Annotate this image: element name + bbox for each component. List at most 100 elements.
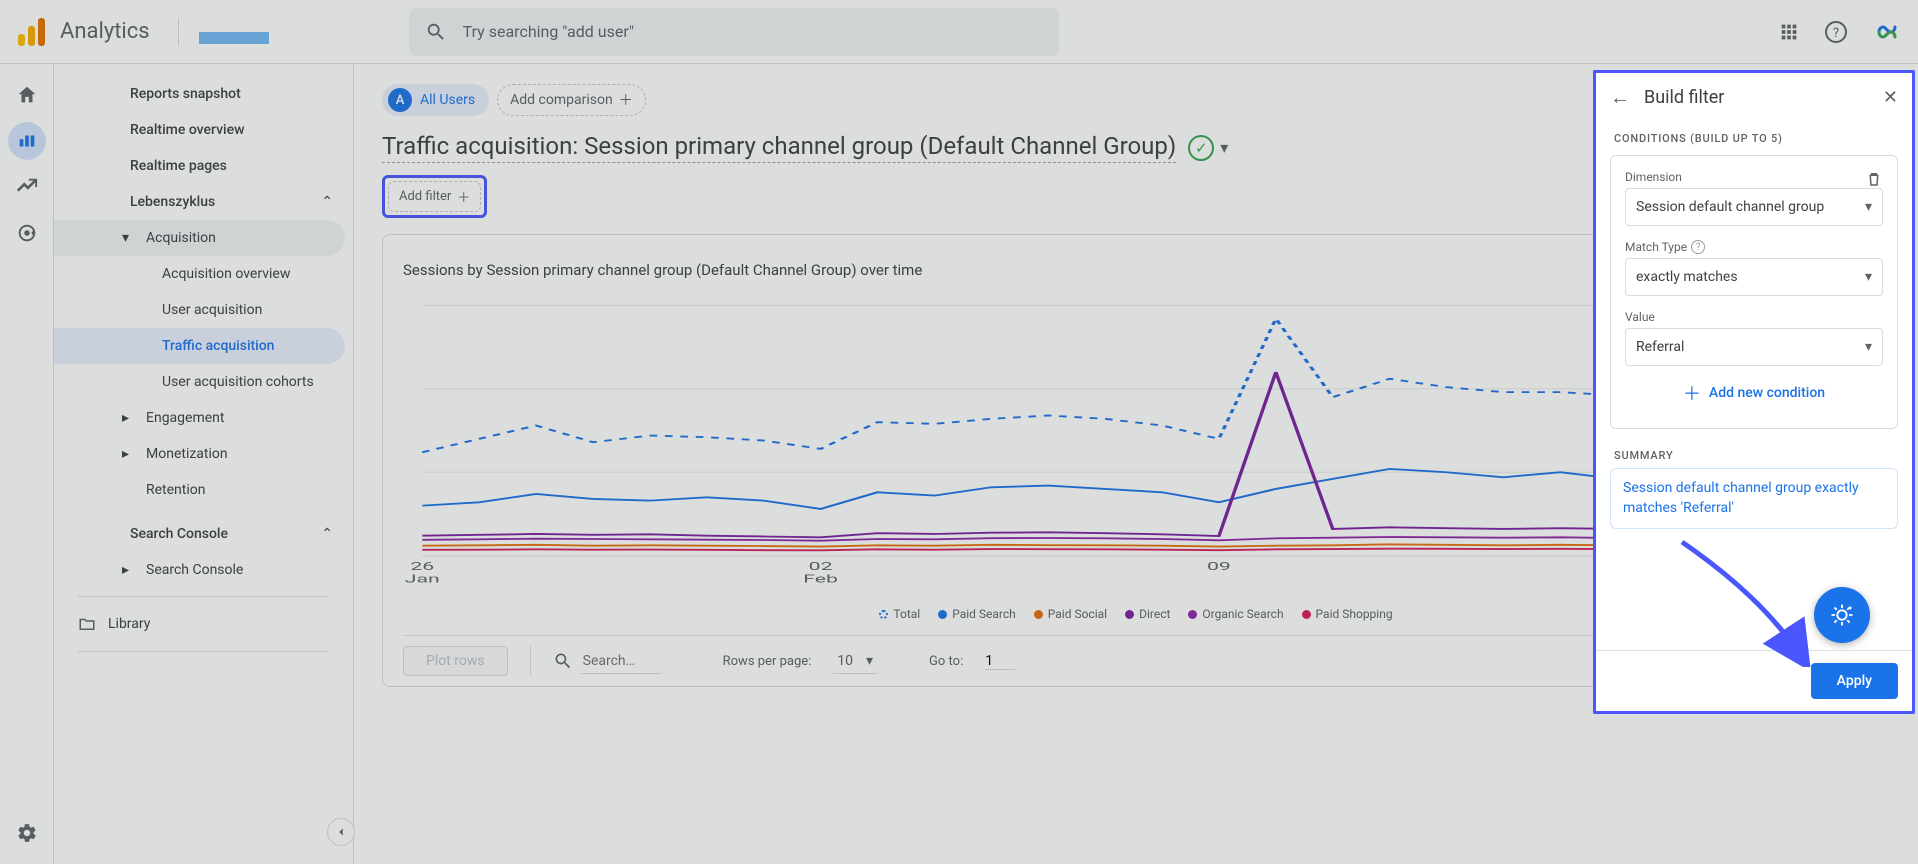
svg-text:26: 26	[410, 560, 434, 573]
rail-advertising[interactable]	[8, 214, 46, 252]
sidebar-user-acquisition-cohorts[interactable]: User acquisition cohorts	[54, 364, 353, 400]
rail-admin[interactable]	[8, 814, 46, 852]
sidebar-reports-snapshot[interactable]: Reports snapshot	[54, 76, 353, 112]
dimension-select[interactable]: Session default channel group	[1625, 188, 1883, 226]
sidebar-monetization[interactable]: ▸ Monetization	[54, 436, 353, 472]
insights-fab[interactable]	[1814, 587, 1870, 643]
sidebar-acquisition[interactable]: ▾ Acquisition	[54, 220, 345, 256]
legend-item[interactable]: Paid Social	[1034, 607, 1107, 621]
close-button[interactable]: ✕	[1883, 87, 1898, 108]
go-to-input[interactable]	[985, 653, 1015, 670]
plus-icon: ＋	[1683, 380, 1701, 406]
chevron-left-icon	[334, 825, 348, 839]
divider	[178, 18, 179, 46]
caret-right-icon: ▸	[122, 446, 129, 462]
search-placeholder: Try searching "add user"	[463, 22, 634, 41]
collapse-sidebar-button[interactable]	[327, 818, 355, 846]
global-search[interactable]: Try searching "add user"	[409, 8, 1059, 56]
add-comparison-button[interactable]: Add comparison ＋	[497, 84, 646, 116]
rail-home[interactable]	[8, 76, 46, 114]
apply-button[interactable]: Apply	[1811, 663, 1898, 699]
search-icon	[553, 651, 573, 671]
rows-per-page-label: Rows per page:	[723, 654, 812, 669]
plot-rows-button[interactable]: Plot rows	[403, 646, 508, 676]
table-search-input[interactable]	[581, 649, 661, 674]
header-actions: ?	[1778, 17, 1902, 47]
panel-title: Build filter	[1644, 87, 1724, 108]
sidebar-realtime-overview[interactable]: Realtime overview	[54, 112, 353, 148]
chart-title: Sessions by Session primary channel grou…	[403, 261, 922, 279]
match-type-text: Match Type	[1625, 240, 1687, 254]
rail-explore[interactable]	[8, 168, 46, 206]
build-filter-panel: ← Build filter ✕ CONDITIONS (BUILD UP TO…	[1593, 70, 1915, 714]
add-filter-highlight: Add filter ＋	[382, 175, 487, 218]
legend-item[interactable]: Paid Search	[938, 607, 1016, 621]
rail-reports[interactable]	[8, 122, 46, 160]
segment-all-users[interactable]: A All Users	[382, 84, 489, 116]
infinity-icon[interactable]	[1872, 17, 1902, 47]
plus-icon: ＋	[619, 90, 633, 110]
dimension-value: Session default channel group	[1636, 199, 1824, 215]
caret-down-icon[interactable]: ▾	[1220, 138, 1228, 157]
lifecycle-label: Lebenszyklus	[130, 194, 215, 210]
value-select[interactable]: Referral	[1625, 328, 1883, 366]
engagement-label: Engagement	[146, 410, 224, 426]
svg-text:Feb: Feb	[803, 573, 838, 586]
add-condition-button[interactable]: ＋ Add new condition	[1625, 372, 1883, 414]
divider	[530, 646, 531, 676]
sidebar-retention[interactable]: Retention	[54, 472, 353, 508]
add-comparison-label: Add comparison	[510, 92, 613, 108]
caret-down-icon: ▾	[122, 230, 129, 246]
segment-label: All Users	[420, 92, 475, 108]
chevron-up-icon: ⌃	[321, 194, 333, 210]
help-icon[interactable]: ?	[1824, 20, 1848, 44]
rows-per-page-select[interactable]: 10	[833, 649, 877, 674]
sidebar-section-search-console[interactable]: Search Console ⌃	[54, 516, 353, 552]
sidebar-search-console-sub[interactable]: ▸ Search Console	[54, 552, 353, 588]
sidebar-section-lifecycle[interactable]: Lebenszyklus ⌃	[54, 184, 353, 220]
sidebar-traffic-acquisition[interactable]: Traffic acquisition	[54, 328, 345, 364]
legend-item[interactable]: Organic Search	[1188, 607, 1283, 621]
value-label: Value	[1625, 310, 1883, 324]
panel-header: ← Build filter ✕	[1596, 73, 1912, 122]
match-type-label: Match Type ?	[1625, 240, 1883, 254]
back-button[interactable]: ←	[1610, 85, 1630, 110]
search-console-label: Search Console	[130, 526, 228, 542]
caret-right-icon: ▸	[122, 562, 129, 578]
add-filter-button[interactable]: Add filter ＋	[388, 181, 481, 212]
search-icon	[425, 21, 447, 43]
divider	[78, 596, 329, 597]
verified-icon[interactable]: ✓	[1188, 135, 1214, 161]
condition-block: Dimension Session default channel group …	[1610, 155, 1898, 429]
delete-condition-button[interactable]	[1865, 170, 1883, 188]
redacted-property	[199, 32, 269, 44]
summary-box: Session default channel group exactly ma…	[1610, 468, 1898, 529]
legend-item[interactable]: Paid Shopping	[1302, 607, 1393, 621]
svg-text:Jan: Jan	[405, 573, 440, 586]
dimension-label: Dimension	[1625, 170, 1682, 184]
brand-name: Analytics	[60, 19, 150, 44]
sidebar-engagement[interactable]: ▸ Engagement	[54, 400, 353, 436]
sidebar-realtime-pages[interactable]: Realtime pages	[54, 148, 353, 184]
chevron-up-icon: ⌃	[321, 526, 333, 542]
help-icon[interactable]: ?	[1691, 240, 1705, 254]
apps-icon[interactable]	[1778, 21, 1800, 43]
nav-rail	[0, 64, 54, 864]
sidebar-acquisition-overview[interactable]: Acquisition overview	[54, 256, 353, 292]
sidebar-library[interactable]: Library	[54, 605, 353, 643]
summary-heading: SUMMARY	[1596, 435, 1912, 468]
gear-sparkle-icon	[1828, 601, 1856, 629]
table-search[interactable]	[553, 649, 661, 674]
sidebar-user-acquisition[interactable]: User acquisition	[54, 292, 353, 328]
analytics-logo-icon	[16, 16, 48, 48]
match-type-value: exactly matches	[1636, 269, 1738, 285]
legend-item[interactable]: Total	[879, 607, 920, 621]
segment-avatar: A	[388, 88, 412, 112]
plus-icon: ＋	[457, 187, 470, 206]
divider	[78, 651, 329, 652]
svg-text:02: 02	[809, 560, 833, 573]
match-type-select[interactable]: exactly matches	[1625, 258, 1883, 296]
conditions-heading: CONDITIONS (BUILD UP TO 5)	[1596, 122, 1912, 149]
property-selector[interactable]	[199, 15, 269, 48]
legend-item[interactable]: Direct	[1125, 607, 1170, 621]
